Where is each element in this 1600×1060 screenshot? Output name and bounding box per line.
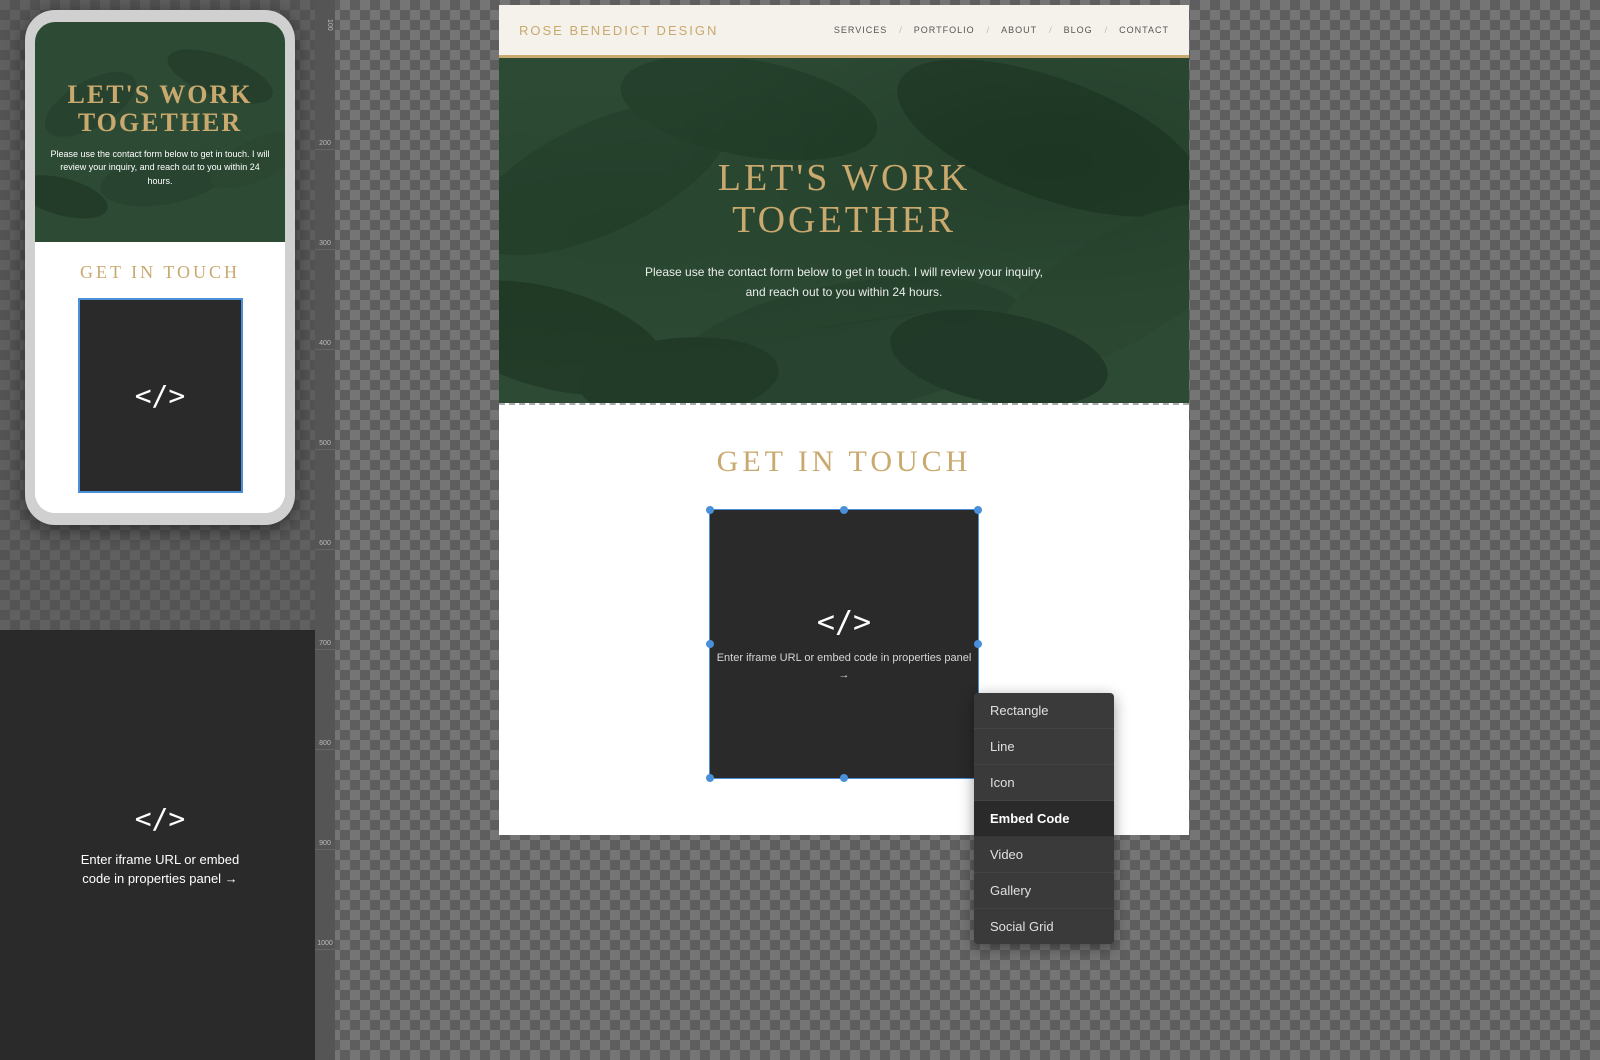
handle-bottom-left[interactable] <box>706 774 714 782</box>
context-menu-icon[interactable]: Icon <box>974 765 1114 801</box>
mobile-panel: LET'S WORK TOGETHER Please use the conta… <box>0 0 320 1060</box>
handle-top-mid[interactable] <box>840 506 848 514</box>
nav-div-3: / <box>1049 25 1052 35</box>
mobile-hero-title: LET'S WORK TOGETHER <box>50 81 270 138</box>
ruler-mark-400: 400 <box>315 250 335 350</box>
mobile-hero-section: LET'S WORK TOGETHER Please use the conta… <box>35 22 285 242</box>
ruler-mark-500: 500 <box>315 350 335 450</box>
hero-content: LET'S WORK TOGETHER Please use the conta… <box>644 158 1044 302</box>
context-menu: Rectangle Line Icon Embed Code Video Gal… <box>974 693 1114 944</box>
context-menu-embed-code[interactable]: Embed Code <box>974 801 1114 837</box>
nav-services[interactable]: SERVICES <box>834 25 887 35</box>
handle-bottom-mid[interactable] <box>840 774 848 782</box>
nav-blog[interactable]: BLOG <box>1064 25 1093 35</box>
ruler-mark: 100 <box>315 0 335 50</box>
ruler-mark-1000: 1000 <box>315 850 335 950</box>
nav-div-2: / <box>987 25 990 35</box>
hero-title: LET'S WORK TOGETHER <box>644 158 1044 242</box>
nav-div-4: / <box>1105 25 1108 35</box>
ruler-mark-900: 900 <box>315 750 335 850</box>
handle-top-left[interactable] <box>706 506 714 514</box>
contact-title: GET IN TOUCH <box>519 445 1169 479</box>
context-menu-line[interactable]: Line <box>974 729 1114 765</box>
hero-subtitle: Please use the contact form below to get… <box>644 262 1044 303</box>
ruler-mark-600: 600 <box>315 450 335 550</box>
nav-about[interactable]: ABOUT <box>1001 25 1037 35</box>
ruler-mark-300: 300 <box>315 150 335 250</box>
bottom-code-panel: </> Enter iframe URL or embed code in pr… <box>0 630 320 1060</box>
context-menu-gallery[interactable]: Gallery <box>974 873 1114 909</box>
handle-mid-right[interactable] <box>974 640 982 648</box>
nav-contact[interactable]: CONTACT <box>1119 25 1169 35</box>
mobile-embed-placeholder[interactable]: </> <box>78 298 243 493</box>
mobile-contact-section: GET IN TOUCH </> <box>35 242 285 513</box>
handle-mid-left[interactable] <box>706 640 714 648</box>
mobile-device-frame: LET'S WORK TOGETHER Please use the conta… <box>25 10 295 525</box>
embed-hint: Enter iframe URL or embed code in proper… <box>710 650 978 683</box>
mobile-contact-title: GET IN TOUCH <box>50 262 270 283</box>
nav-logo: ROSE BENEDICT DESIGN <box>519 23 718 38</box>
nav-div-1: / <box>899 25 902 35</box>
ruler-mark-800: 800 <box>315 650 335 750</box>
nav-links: SERVICES / PORTFOLIO / ABOUT / BLOG / CO… <box>834 25 1169 35</box>
embed-element[interactable]: </> Enter iframe URL or embed code in pr… <box>709 509 979 779</box>
main-canvas: ROSE BENEDICT DESIGN SERVICES / PORTFOLI… <box>336 0 1600 1060</box>
context-menu-video[interactable]: Video <box>974 837 1114 873</box>
mobile-hero-content: LET'S WORK TOGETHER Please use the conta… <box>50 81 270 189</box>
handle-top-right[interactable] <box>974 506 982 514</box>
mobile-device-inner: LET'S WORK TOGETHER Please use the conta… <box>35 22 285 513</box>
embed-code-icon: </> <box>817 605 871 640</box>
ruler-mark-700: 700 <box>315 550 335 650</box>
context-menu-social-grid[interactable]: Social Grid <box>974 909 1114 944</box>
ruler-mark-200: 200 <box>315 50 335 150</box>
nav-bar: ROSE BENEDICT DESIGN SERVICES / PORTFOLI… <box>499 5 1189 55</box>
mobile-hero-text: Please use the contact form below to get… <box>50 148 270 189</box>
ruler: 100 200 300 400 500 600 700 800 900 1000 <box>315 0 335 1060</box>
nav-portfolio[interactable]: PORTFOLIO <box>914 25 975 35</box>
bottom-code-hint: Enter iframe URL or embed code in proper… <box>81 850 239 889</box>
bottom-code-icon: </> <box>135 802 186 835</box>
mobile-embed-icon: </> <box>135 379 186 412</box>
context-menu-rectangle[interactable]: Rectangle <box>974 693 1114 729</box>
hero-section: LET'S WORK TOGETHER Please use the conta… <box>499 58 1189 403</box>
